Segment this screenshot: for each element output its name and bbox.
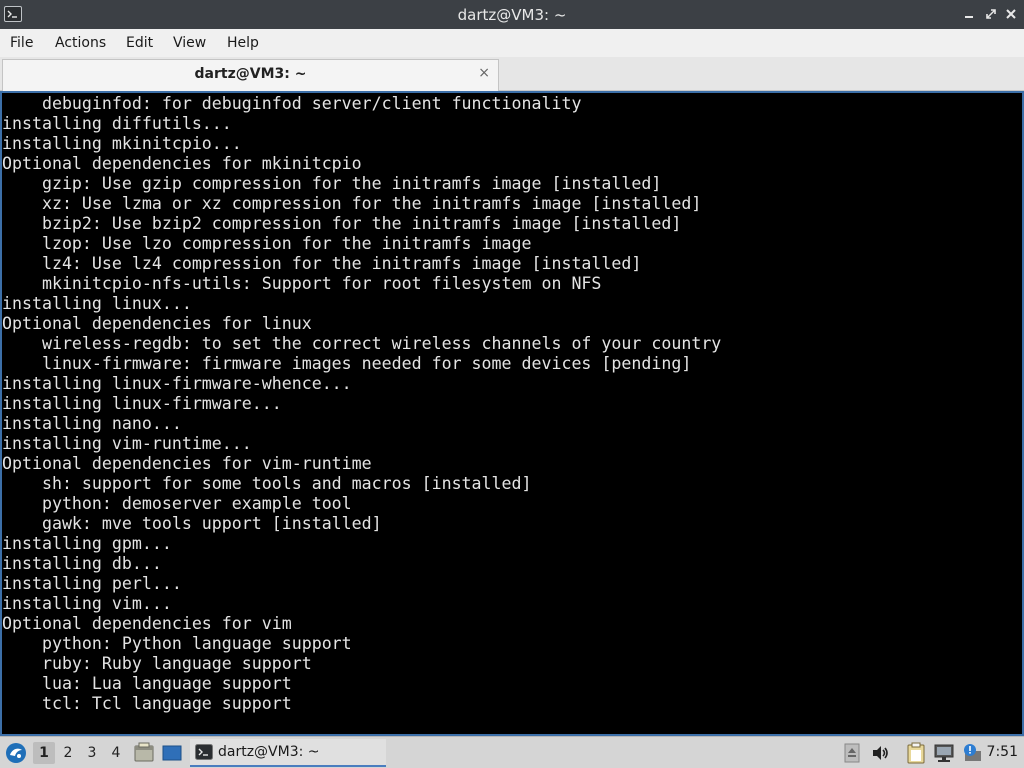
terminal-line: Optional dependencies for vim (2, 614, 292, 633)
terminal-line: gawk: mve tools upport [installed] (2, 514, 382, 533)
clock[interactable]: 7:51 (987, 744, 1018, 760)
notification-icon[interactable] (962, 742, 984, 764)
terminal-line: Optional dependencies for mkinitcpio (2, 154, 362, 173)
tab-label: dartz@VM3: ~ (194, 66, 307, 82)
terminal-icon (195, 744, 213, 760)
terminal-line: installing linux-firmware-whence... (2, 374, 352, 393)
show-desktop-icon[interactable] (161, 742, 183, 764)
file-manager-icon[interactable] (133, 742, 155, 764)
terminal-line: linux-firmware: firmware images needed f… (2, 354, 692, 373)
terminal-line: lz4: Use lz4 compression for the initram… (2, 254, 642, 273)
terminal-output: debuginfod: for debuginfod server/client… (2, 94, 721, 714)
menu-actions[interactable]: Actions (55, 35, 106, 51)
terminal-line: installing db... (2, 554, 162, 573)
close-icon[interactable] (1004, 7, 1018, 21)
lubuntu-logo-icon[interactable] (5, 742, 27, 764)
menu-view[interactable]: View (173, 35, 206, 51)
terminal-line: bzip2: Use bzip2 compression for the ini… (2, 214, 682, 233)
terminal-line: python: Python language support (2, 634, 352, 653)
terminal-tab[interactable]: dartz@VM3: ~ × (2, 59, 499, 91)
eject-icon[interactable] (843, 743, 861, 763)
terminal-line: installing linux... (2, 294, 192, 313)
task-label: dartz@VM3: ~ (218, 744, 320, 760)
workspace-1[interactable]: 1 (33, 742, 55, 764)
terminal-line: sh: support for some tools and macros [i… (2, 474, 532, 493)
terminal-line: installing perl... (2, 574, 182, 593)
terminal-line: installing vim... (2, 594, 172, 613)
terminal-line: installing vim-runtime... (2, 434, 252, 453)
clipboard-icon[interactable] (906, 742, 926, 764)
terminal-line: Optional dependencies for vim-runtime (2, 454, 372, 473)
terminal-line: mkinitcpio-nfs-utils: Support for root f… (2, 274, 602, 293)
workspace-2[interactable]: 2 (57, 742, 79, 764)
menu-file[interactable]: File (10, 35, 33, 51)
terminal-line: gzip: Use gzip compression for the initr… (2, 174, 662, 193)
taskbar-terminal-button[interactable]: dartz@VM3: ~ (190, 739, 386, 767)
menu-bar: File Actions Edit View Help (0, 29, 1024, 57)
maximize-icon[interactable] (984, 7, 998, 21)
network-icon[interactable] (933, 742, 955, 764)
tab-bar: dartz@VM3: ~ × (0, 57, 1024, 91)
minimize-icon[interactable] (962, 7, 976, 21)
window-title: dartz@VM3: ~ (457, 6, 567, 24)
workspace-3[interactable]: 3 (81, 742, 103, 764)
terminal-line: xz: Use lzma or xz compression for the i… (2, 194, 702, 213)
terminal-view[interactable]: debuginfod: for debuginfod server/client… (0, 91, 1024, 736)
terminal-line: Optional dependencies for linux (2, 314, 312, 333)
terminal-line: lzop: Use lzo compression for the initra… (2, 234, 532, 253)
terminal-line: installing gpm... (2, 534, 172, 553)
menu-edit[interactable]: Edit (126, 35, 153, 51)
taskbar: 1 2 3 4 dartz@VM3: ~ 7:51 (0, 736, 1024, 768)
terminal-line: python: demoserver example tool (2, 494, 352, 513)
terminal-line: installing mkinitcpio... (2, 134, 242, 153)
terminal-line: tcl: Tcl language support (2, 694, 292, 713)
terminal-line: debuginfod: for debuginfod server/client… (2, 94, 582, 113)
workspace-4[interactable]: 4 (105, 742, 127, 764)
terminal-line: installing diffutils... (2, 114, 232, 133)
terminal-line: installing nano... (2, 414, 182, 433)
volume-icon[interactable] (870, 743, 890, 763)
window-titlebar[interactable]: dartz@VM3: ~ (0, 0, 1024, 29)
terminal-line: wireless-regdb: to set the correct wirel… (2, 334, 722, 353)
tab-close-icon[interactable]: × (478, 65, 490, 81)
terminal-line: ruby: Ruby language support (2, 654, 312, 673)
terminal-line: lua: Lua language support (2, 674, 292, 693)
menu-help[interactable]: Help (227, 35, 259, 51)
terminal-line: installing linux-firmware... (2, 394, 282, 413)
